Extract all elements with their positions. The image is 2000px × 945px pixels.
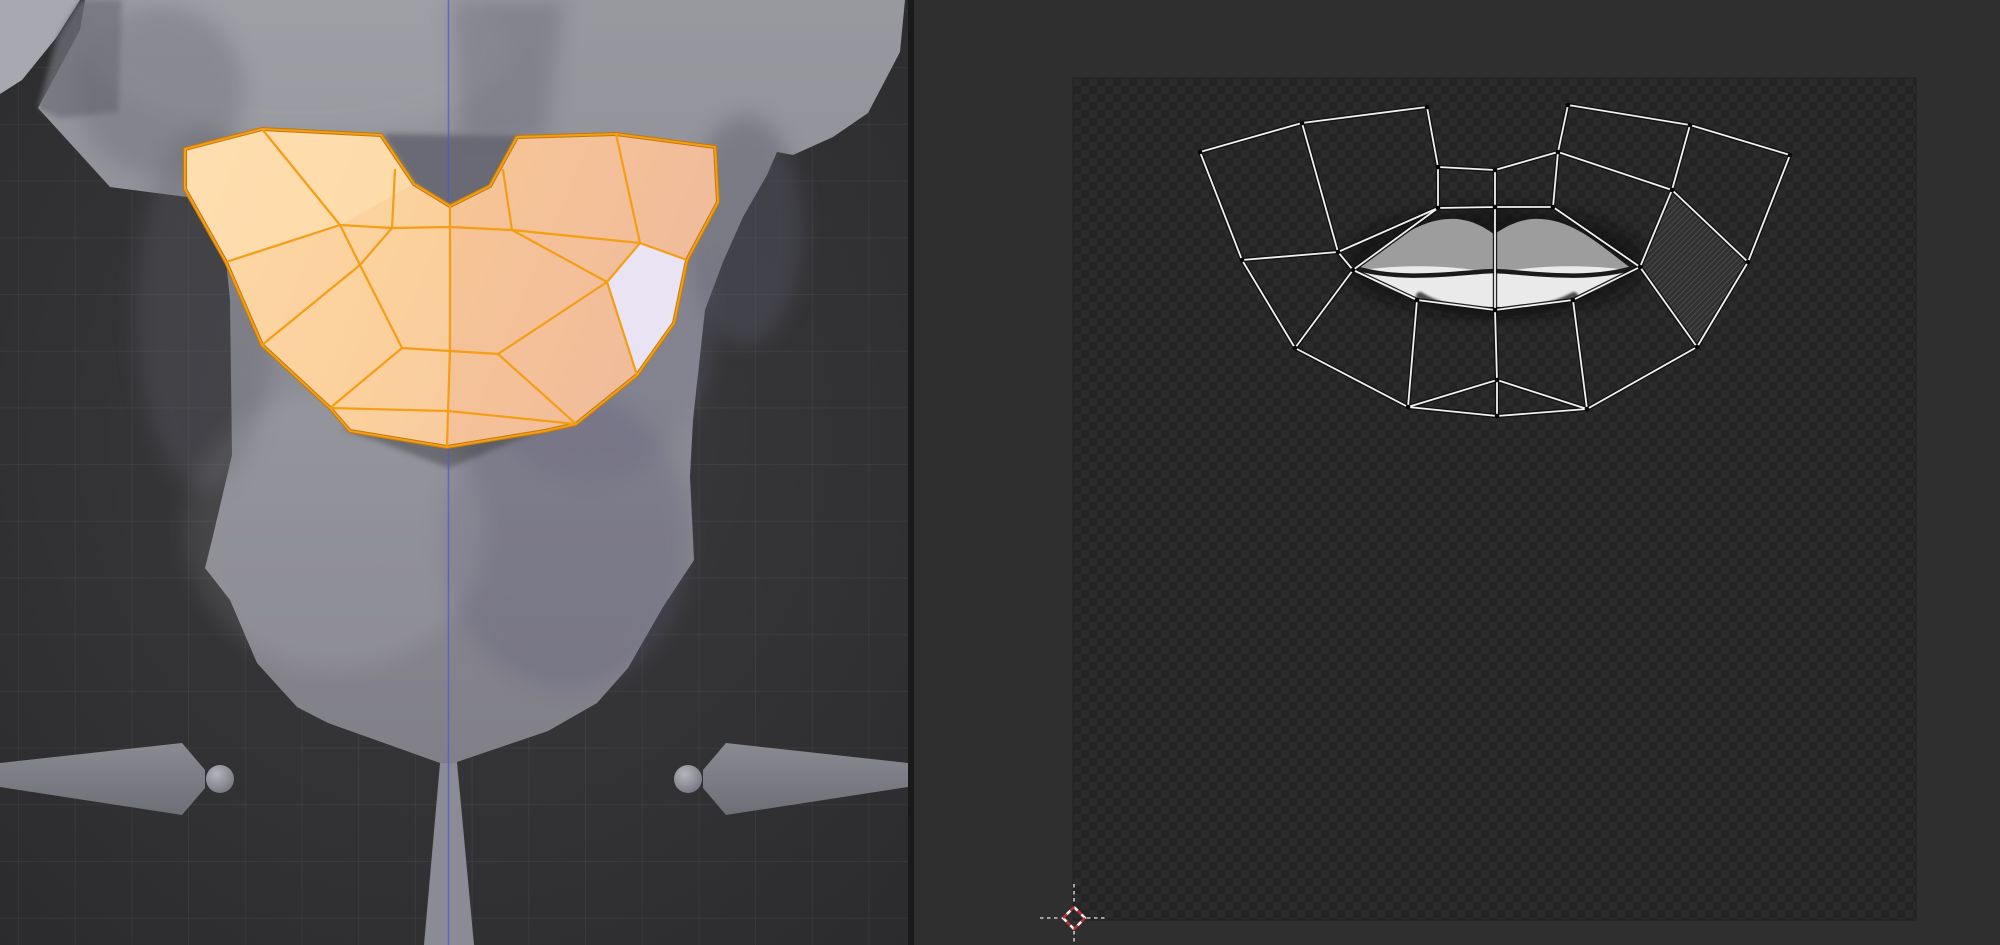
uv-vertex[interactable] [1240,258,1245,263]
uv-vertex[interactable] [1336,250,1341,255]
uv-vertex[interactable] [1493,168,1498,173]
uv-vertex[interactable] [1493,205,1498,210]
blender-window [0,0,2000,945]
uv-vertex[interactable] [1746,260,1751,265]
uv-vertex[interactable] [1436,206,1441,211]
uv-vertex[interactable] [1556,150,1561,155]
uv-vertex[interactable] [1670,188,1675,193]
uv-vertex[interactable] [1300,121,1305,126]
uv-vertex[interactable] [1198,150,1203,155]
uv-image-editor[interactable] [914,0,2000,945]
uv-vertex[interactable] [1688,123,1693,128]
uv-vertex[interactable] [1293,346,1298,351]
3d-viewport[interactable] [0,0,908,945]
uv-vertex[interactable] [1415,298,1420,303]
uv-vertex[interactable] [1493,308,1498,313]
uv-vertex[interactable] [1788,153,1793,158]
uv-vertex[interactable] [1585,407,1590,412]
uv-vertex[interactable] [1351,268,1356,273]
uv-vertex[interactable] [1425,105,1430,110]
bone-joint-right[interactable] [674,765,702,793]
uv-vertex[interactable] [1406,405,1411,410]
uv-vertex[interactable] [1571,298,1576,303]
uv-vertex[interactable] [1695,345,1700,350]
uv-vertex[interactable] [1495,414,1500,419]
uv-vertex[interactable] [1551,205,1556,210]
uv-vertex[interactable] [1436,165,1441,170]
uv-vertex[interactable] [1566,103,1571,108]
uv-vertex[interactable] [1638,265,1643,270]
bone-joint-left[interactable] [206,765,234,793]
uv-vertex[interactable] [1495,378,1500,383]
